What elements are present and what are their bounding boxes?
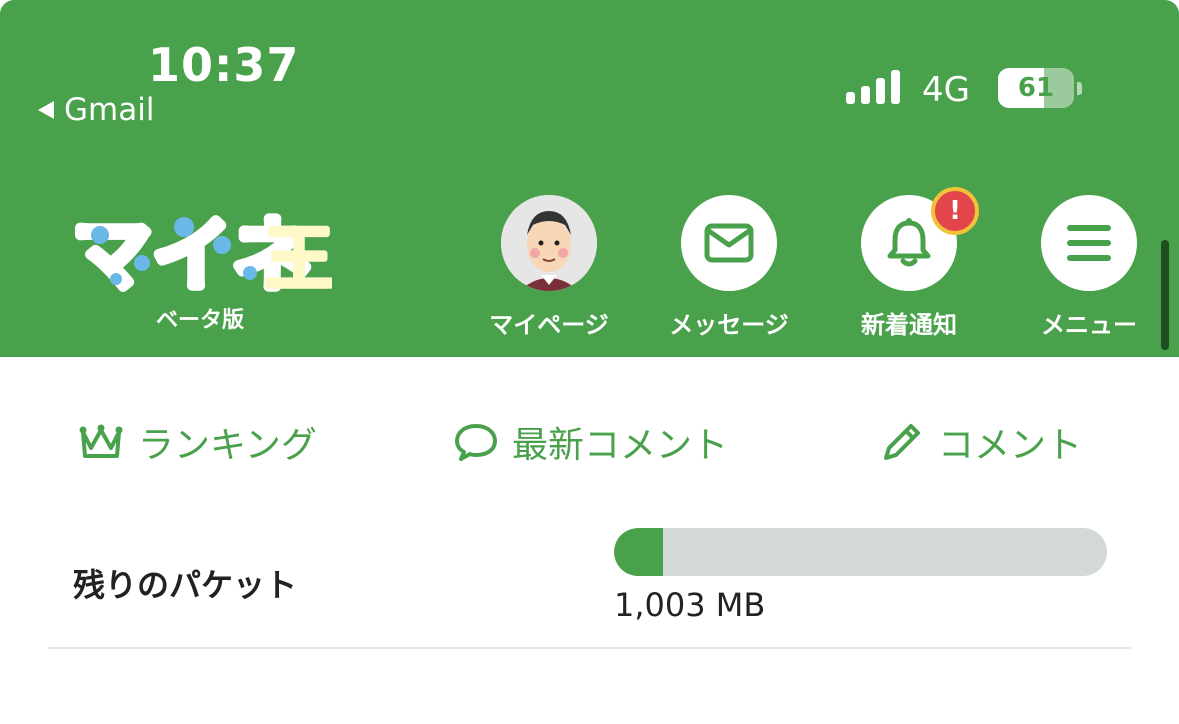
tab-comment-label: コメント	[938, 425, 1083, 466]
pencil-icon	[884, 424, 920, 460]
back-to-app-link[interactable]: Gmail	[38, 92, 154, 128]
tab-comment[interactable]: コメント	[880, 400, 1082, 484]
scroll-indicator[interactable]	[1161, 240, 1169, 350]
remaining-packet-fill	[614, 528, 664, 576]
network-type: 4G	[922, 70, 970, 110]
bell-icon	[887, 218, 931, 267]
remaining-packet-label: 残りのパケット	[73, 566, 298, 604]
tab-ranking[interactable]: ランキング	[78, 400, 317, 484]
svg-text:王: 王	[264, 218, 332, 295]
status-time: 10:37	[148, 38, 300, 92]
crown-icon	[79, 424, 123, 458]
hamburger-menu-icon	[1067, 225, 1111, 261]
nav-menu-label: メニュー	[1041, 311, 1137, 339]
back-arrow-icon	[38, 101, 54, 119]
divider	[48, 647, 1131, 649]
avatar	[501, 195, 597, 291]
tab-ranking-label: ランキング	[138, 425, 317, 466]
nav-notifications-label: 新着通知	[861, 311, 957, 339]
menu-circle	[1041, 195, 1137, 291]
remaining-packet-bar	[614, 528, 1107, 576]
app-header: 10:37 Gmail 4G 61 マイネ 王 ベータ版 マイページ メッセージ…	[0, 0, 1179, 357]
nav-messages-label: メッセージ	[669, 311, 789, 339]
battery-nub	[1077, 82, 1082, 95]
back-app-label: Gmail	[64, 92, 155, 128]
mineo-logo[interactable]: マイネ 王	[72, 205, 332, 295]
nav-mypage-button[interactable]: マイページ	[459, 195, 639, 340]
tab-latest-comments-label: 最新コメント	[512, 425, 729, 466]
logo-subtitle: ベータ版	[155, 308, 244, 333]
notification-badge: !	[931, 187, 979, 235]
mail-icon	[704, 223, 754, 263]
nav-menu-button[interactable]: メニュー	[999, 195, 1179, 340]
nav-messages-button[interactable]: メッセージ	[639, 195, 819, 340]
speech-bubble-icon	[455, 424, 497, 461]
remaining-packet-value: 1,003 MB	[614, 586, 766, 624]
tab-latest-comments[interactable]: 最新コメント	[454, 400, 728, 484]
content-tabs: ランキング 最新コメント コメント	[0, 400, 1179, 484]
messages-circle	[681, 195, 777, 291]
cellular-signal-icon	[846, 70, 900, 104]
nav-mypage-label: マイページ	[489, 311, 609, 339]
battery-icon: 61	[998, 68, 1074, 108]
notifications-circle: !	[861, 187, 979, 291]
avatar-icon	[501, 195, 597, 291]
battery-level: 61	[1017, 73, 1055, 103]
nav-notifications-button[interactable]: ! 新着通知	[819, 187, 999, 340]
